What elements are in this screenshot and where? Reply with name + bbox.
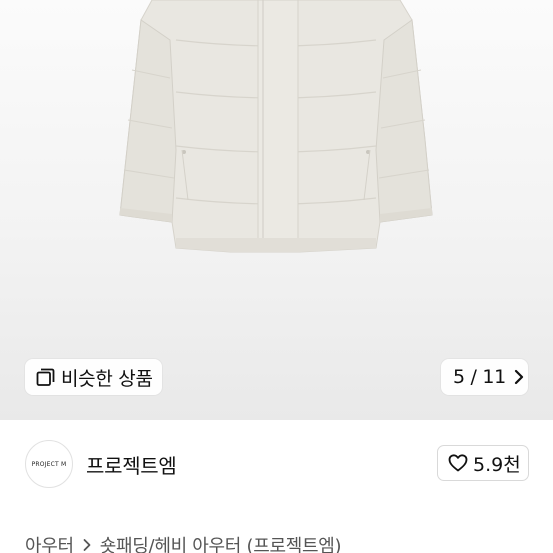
breadcrumb-item-category[interactable]: 아우터 (25, 532, 74, 553)
copy-squares-icon (36, 368, 55, 386)
seller-avatar-text: PROJECT M (31, 460, 67, 468)
product-image-area[interactable]: 비슷한 상품 5 / 11 (0, 0, 553, 420)
seller-name[interactable]: 프로젝트엠 (86, 450, 177, 479)
chevron-right-icon (514, 369, 524, 385)
image-counter-button[interactable]: 5 / 11 (441, 359, 528, 395)
breadcrumb: 아우터 숏패딩/헤비 아우터 (프로젝트엠) (25, 532, 342, 553)
breadcrumb-item-subcategory[interactable]: 숏패딩/헤비 아우터 (프로젝트엠) (100, 532, 342, 553)
heart-outline-icon (448, 454, 468, 472)
similar-products-label: 비슷한 상품 (61, 367, 153, 390)
like-count: 5.9천 (473, 453, 521, 476)
similar-products-button[interactable]: 비슷한 상품 (25, 359, 162, 395)
seller-avatar[interactable]: PROJECT M (25, 440, 73, 488)
like-button[interactable]: 5.9천 (437, 445, 529, 481)
jacket-product-photo (119, 0, 433, 253)
chevron-right-icon (83, 539, 91, 551)
image-counter-text: 5 / 11 (453, 366, 506, 388)
